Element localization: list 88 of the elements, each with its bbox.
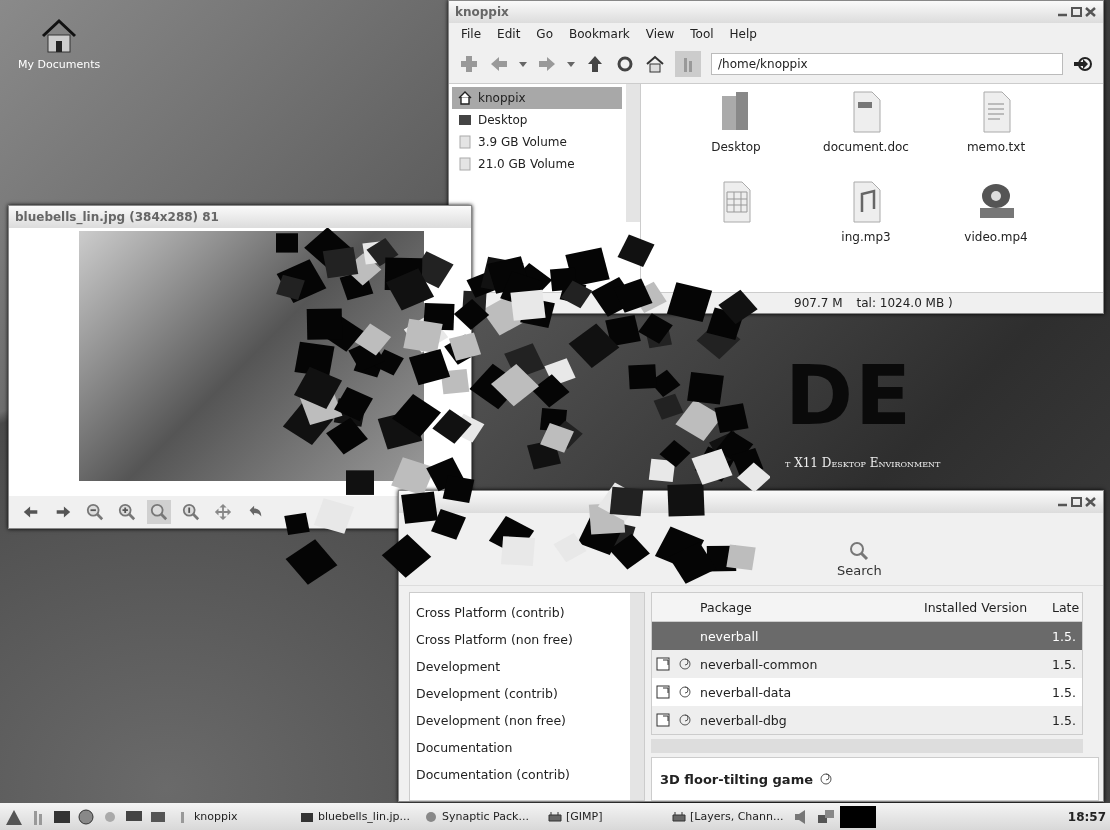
menu-item[interactable]: Go (536, 27, 553, 41)
menu-item[interactable]: Help (729, 27, 757, 41)
path-field[interactable]: /home/knoppix (711, 53, 1063, 75)
package-name: neverball-data (699, 684, 793, 700)
latest-version: 1.5. (1051, 684, 1077, 700)
taskbar-button[interactable]: [Layers, Chann... (668, 807, 788, 826)
taskbar-button[interactable]: bluebells_lin.jp... (296, 807, 416, 826)
column-header[interactable]: Installed Version (920, 599, 1048, 615)
category-item[interactable]: Cross Platform (non free) (416, 632, 626, 659)
package-icon (424, 809, 438, 824)
file-label[interactable]: video.mp4 (964, 230, 1028, 244)
caret-icon[interactable] (567, 60, 575, 68)
menu-item[interactable]: View (645, 27, 675, 41)
window-controls-icon[interactable] (1057, 497, 1097, 507)
latest-version: 1.5. (1051, 656, 1077, 672)
package-row[interactable]: neverball-common 1.5. (652, 650, 1082, 678)
package-status-icon[interactable] (656, 713, 670, 727)
menu-item[interactable]: Bookmark (569, 27, 630, 41)
file-label[interactable]: memo.txt (966, 140, 1026, 154)
cpu-monitor-icon (840, 805, 876, 828)
places-label: knoppix (478, 91, 526, 105)
status-text: 907.7 M (794, 296, 843, 310)
package-description: 3D floor-tilting game (660, 771, 813, 787)
file-label[interactable]: document.doc (823, 140, 909, 154)
home-icon (458, 91, 472, 105)
places-item[interactable]: 21.0 GB Volume (452, 153, 622, 175)
package-name: neverball-common (699, 656, 819, 672)
taskbar-button[interactable]: knoppix (172, 807, 292, 826)
latest-version: 1.5. (1051, 712, 1077, 728)
latest-version: 1.5. (1051, 628, 1077, 644)
menu-item[interactable]: File (461, 27, 482, 41)
task-label: [Layers, Chann... (690, 810, 784, 823)
package-row[interactable]: neverball-dbg 1.5. (652, 706, 1082, 734)
category-item[interactable]: Development (contrib) (416, 686, 626, 713)
search-button[interactable]: Search (831, 538, 888, 580)
places-item[interactable]: knoppix (452, 87, 622, 109)
category-item[interactable]: Cross Platform (contrib) (416, 605, 626, 632)
go-arrow-icon[interactable] (1073, 54, 1093, 74)
drive-icon (458, 157, 472, 171)
window-title: knoppix (455, 5, 509, 19)
scrollbar[interactable] (626, 84, 640, 222)
desktop-icon (458, 113, 472, 127)
caret-icon[interactable] (519, 60, 527, 68)
taskbar-button[interactable]: Synaptic Pack... (420, 807, 540, 826)
package-status-icon[interactable] (656, 685, 670, 699)
places-item[interactable]: 3.9 GB Volume (452, 131, 622, 153)
places-item[interactable]: Desktop (452, 109, 622, 131)
category-item[interactable]: Documentation (contrib) (416, 767, 626, 794)
refresh-icon[interactable] (615, 54, 635, 74)
globe-icon[interactable] (76, 806, 96, 827)
menu-item[interactable]: Edit (497, 27, 521, 41)
status-text: tal: 1024.0 MB ) (856, 296, 953, 310)
places-label: 21.0 GB Volume (478, 157, 575, 171)
desktop-icon-label[interactable]: My Documents (18, 58, 101, 71)
package-row[interactable]: neverball 1.5. (652, 622, 1082, 650)
window-controls-icon[interactable] (1057, 7, 1097, 17)
file-label[interactable]: Desktop (711, 140, 761, 154)
package-status-icon[interactable] (656, 657, 670, 671)
search-icon[interactable] (849, 540, 870, 561)
task-label: knoppix (194, 810, 238, 823)
drive-icon (458, 135, 472, 149)
menu-item[interactable]: Tool (690, 27, 714, 41)
places-label: 3.9 GB Volume (478, 135, 567, 149)
task-label: Synaptic Pack... (442, 810, 529, 823)
category-item[interactable]: Development (416, 659, 626, 686)
up-arrow-icon[interactable] (585, 54, 605, 74)
taskbar-button[interactable]: [GIMP] (544, 807, 664, 826)
file-label[interactable]: ing.mp3 (841, 230, 891, 244)
package-name: neverball-dbg (699, 712, 788, 728)
column-header[interactable]: Late (1048, 599, 1082, 615)
scrollbar[interactable] (630, 593, 644, 800)
swirl-icon (819, 772, 833, 786)
window-title: bluebells_lin.jpg (384x288) 81 (15, 210, 219, 224)
package-row[interactable]: neverball-data 1.5. (652, 678, 1082, 706)
swirl-icon (678, 685, 692, 699)
swirl-icon (678, 657, 692, 671)
zoom-fit-icon[interactable] (147, 500, 171, 524)
clock: 18:57 (1067, 809, 1106, 824)
logo-subtitle: t X11 Desktop Environment (785, 456, 941, 470)
swirl-icon (678, 713, 692, 727)
column-header[interactable]: Package (696, 599, 920, 615)
places-label: Desktop (478, 113, 528, 127)
category-item[interactable]: Development (non free) (416, 713, 626, 740)
task-label: [GIMP] (566, 810, 603, 823)
category-item[interactable]: Documentation (416, 740, 626, 767)
package-name: neverball (699, 628, 760, 644)
home-icon[interactable] (645, 54, 665, 74)
task-label: bluebells_lin.jp... (318, 810, 410, 823)
